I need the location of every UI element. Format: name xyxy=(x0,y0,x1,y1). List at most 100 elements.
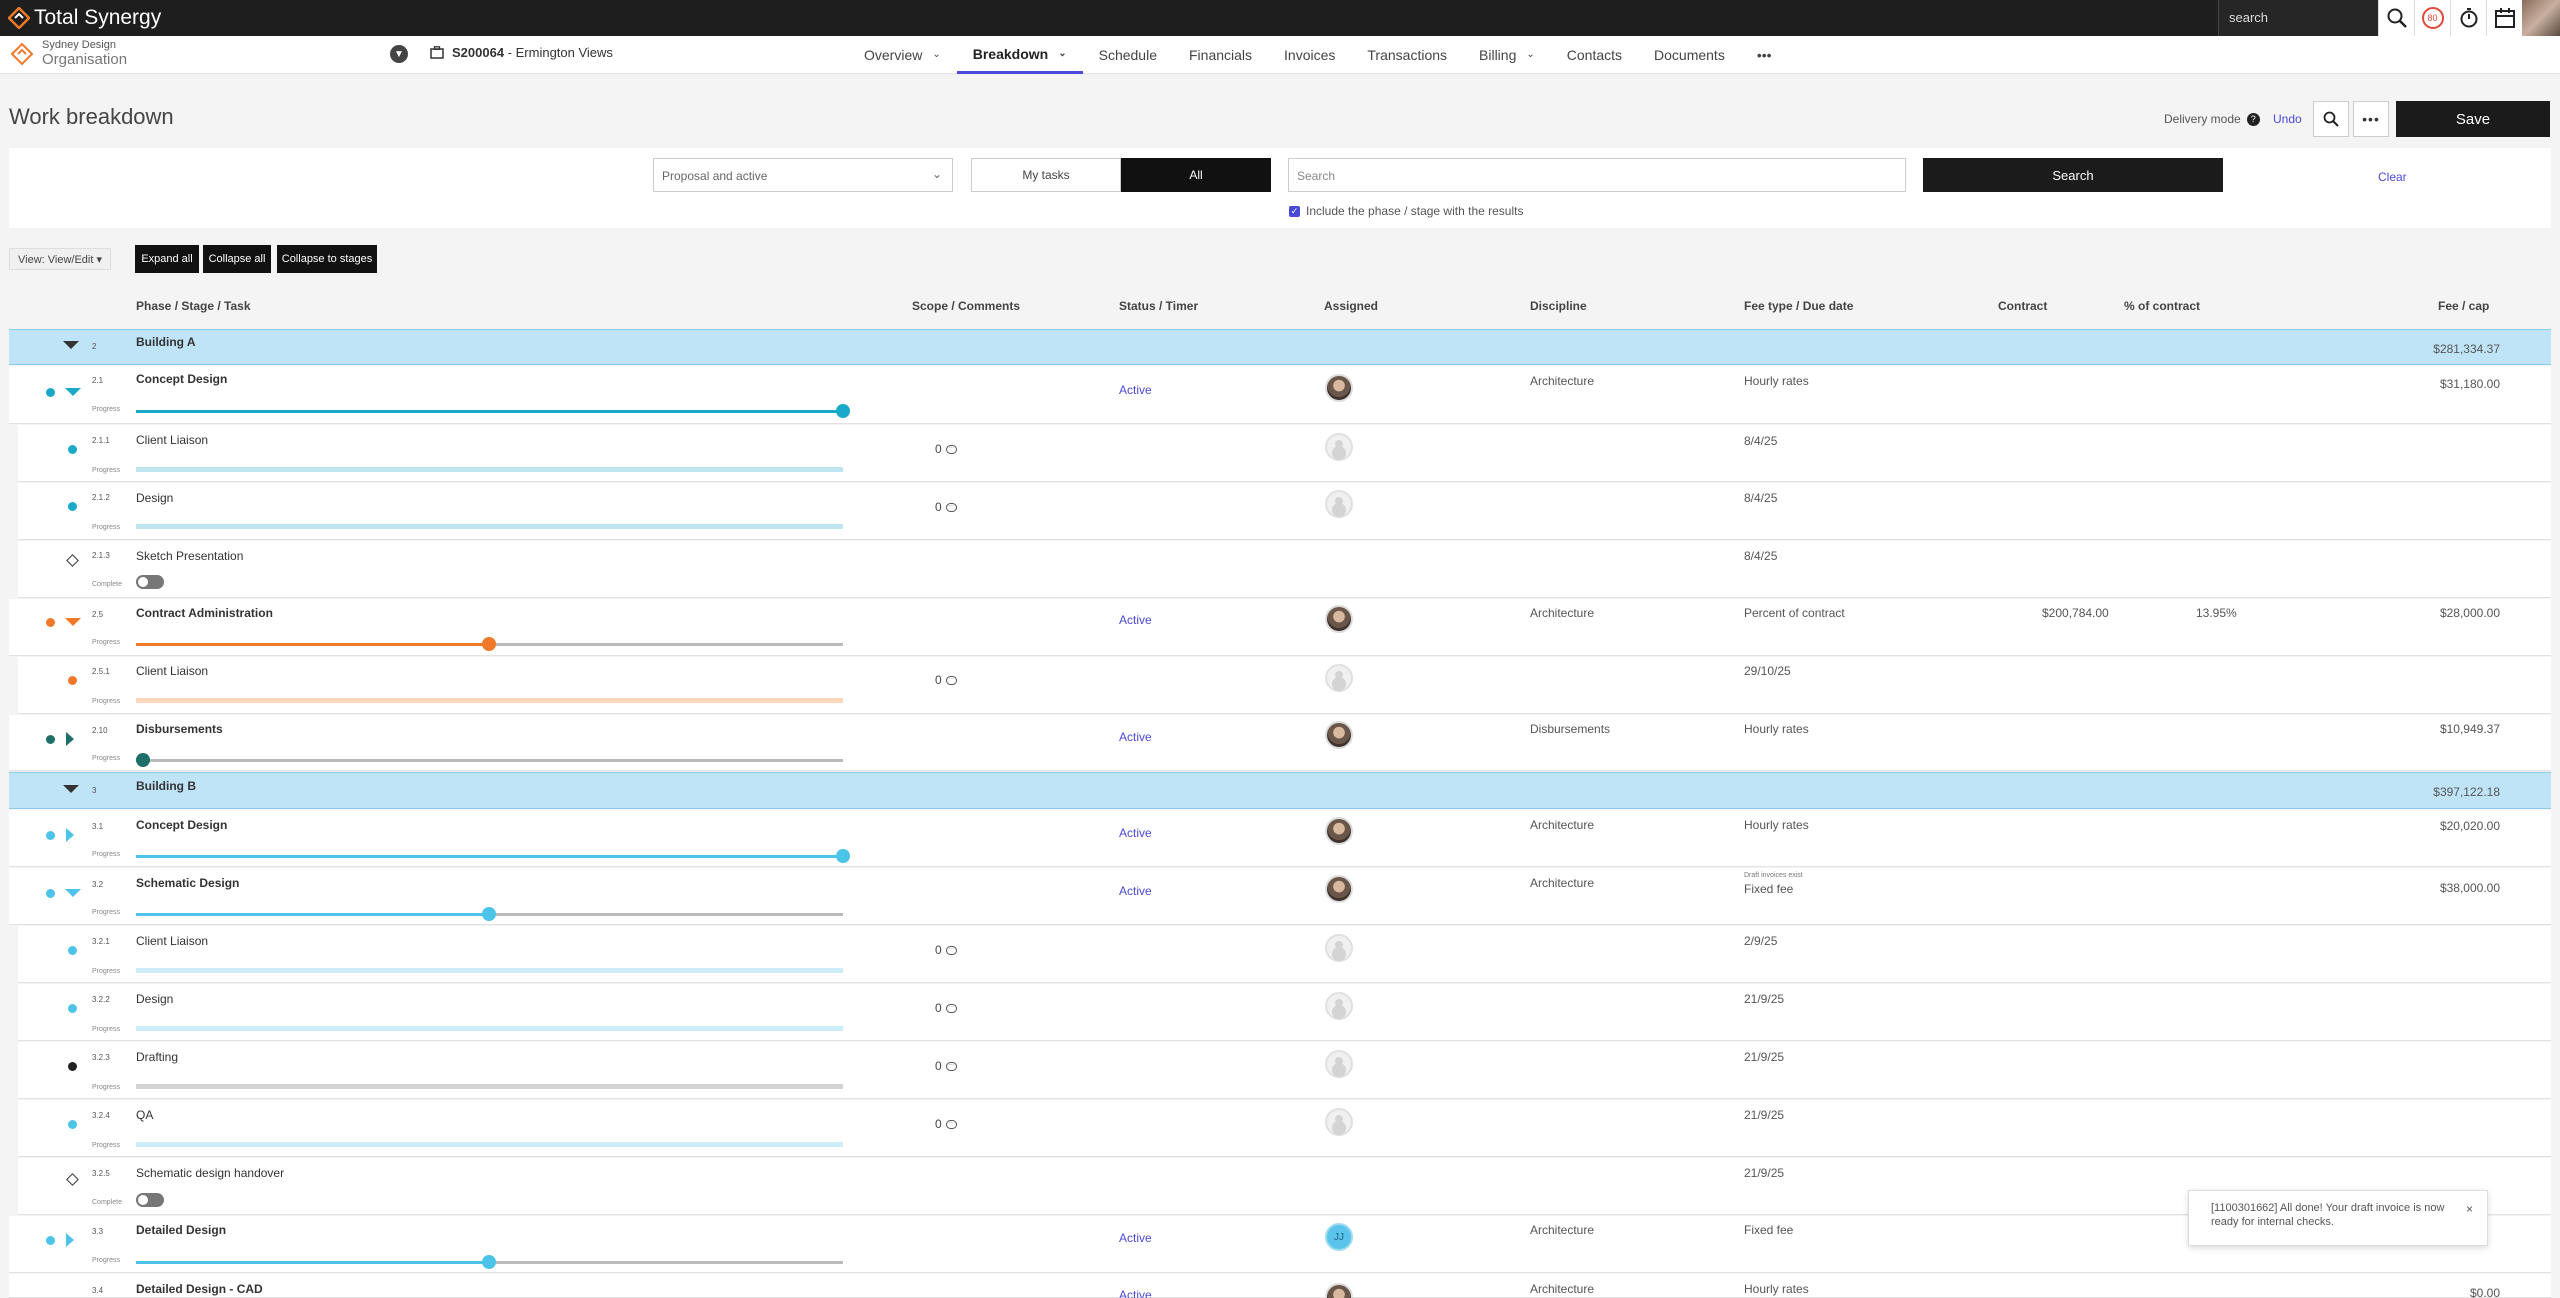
progress-bar[interactable] xyxy=(136,698,843,703)
table-row-task[interactable]: 3.2.4 QA Progress 0 ··· 21/9/25 xyxy=(18,1100,2551,1157)
table-row-milestone[interactable]: 2.1.3 Sketch Presentation Complete 8/4/2… xyxy=(18,541,2551,598)
unassigned-avatar[interactable] xyxy=(1325,1108,1353,1136)
table-row-task[interactable]: 3.2.2 Design Progress 0 ··· 21/9/25 xyxy=(18,984,2551,1041)
progress-bar[interactable] xyxy=(136,467,843,472)
row-name[interactable]: Contract Administration xyxy=(136,606,273,620)
save-button[interactable]: Save xyxy=(2396,101,2550,137)
timer-icon[interactable] xyxy=(2450,0,2486,36)
table-row-task[interactable]: 3.2.1 Client Liaison Progress 0 ··· 2/9/2… xyxy=(18,926,2551,983)
row-name[interactable]: Concept Design xyxy=(136,372,227,386)
row-name[interactable]: Concept Design xyxy=(136,818,227,832)
row-name[interactable]: Detailed Design - CAD xyxy=(136,1282,263,1296)
progress-slider[interactable] xyxy=(136,1255,843,1269)
row-name[interactable]: Schematic Design xyxy=(136,876,239,890)
comments-count[interactable]: 0 ··· xyxy=(935,442,957,456)
clear-link[interactable]: Clear xyxy=(2378,170,2407,184)
tab-billing[interactable]: Billing ⌄ xyxy=(1463,36,1551,74)
column-header-assigned[interactable]: Assigned xyxy=(1324,299,1378,313)
column-header-fee-type[interactable]: Fee type / Due date xyxy=(1744,299,1853,313)
project-selector[interactable]: S200064 - Ermington Views xyxy=(430,45,613,60)
row-name[interactable]: Design xyxy=(136,992,173,1006)
delivery-mode-toggle[interactable]: Delivery mode ? xyxy=(2164,112,2260,126)
view-mode-dropdown[interactable]: View: View/Edit ▾ xyxy=(9,248,111,270)
comments-count[interactable]: 0 ··· xyxy=(935,673,957,687)
expand-all-button[interactable]: Expand all xyxy=(135,245,199,273)
notification-badge-icon[interactable]: 80 xyxy=(2414,0,2450,36)
search-submit-button[interactable]: Search xyxy=(1923,158,2223,192)
table-row-building-a[interactable]: 2 Building A $281,334.37 xyxy=(9,329,2551,365)
status-link[interactable]: Active xyxy=(1119,613,1152,627)
collapse-triangle-icon[interactable] xyxy=(65,889,81,897)
table-row-stage[interactable]: 2.10 Disbursements Progress Active Disbu… xyxy=(9,715,2551,771)
table-row-stage[interactable]: 3.3 Detailed Design Progress Active JJ A… xyxy=(9,1216,2551,1273)
expand-triangle-icon[interactable] xyxy=(66,732,74,746)
row-name[interactable]: Building B xyxy=(136,779,196,793)
collapse-all-button[interactable]: Collapse all xyxy=(203,245,271,273)
row-name[interactable]: Sketch Presentation xyxy=(136,549,243,563)
tab-documents[interactable]: Documents xyxy=(1638,36,1741,74)
row-name[interactable]: Disbursements xyxy=(136,722,223,736)
progress-handle[interactable] xyxy=(836,849,850,863)
assignee-avatar[interactable] xyxy=(1325,817,1353,845)
column-header-status[interactable]: Status / Timer xyxy=(1119,299,1198,313)
search-icon[interactable] xyxy=(2378,0,2414,36)
progress-bar[interactable] xyxy=(136,1142,843,1147)
assignee-avatar[interactable] xyxy=(1325,374,1353,402)
unassigned-avatar[interactable] xyxy=(1325,490,1353,518)
table-row-task[interactable]: 3.2.3 Drafting Progress 0 ··· 21/9/25 xyxy=(18,1042,2551,1099)
close-icon[interactable]: × xyxy=(2466,1202,2473,1216)
table-row-task[interactable]: 2.5.1 Client Liaison Progress 0 ··· 29/10… xyxy=(18,657,2551,714)
table-row-stage[interactable]: 3.2 Schematic Design Progress Active Arc… xyxy=(9,868,2551,925)
global-search-input[interactable]: search xyxy=(2218,0,2378,36)
tab-transactions[interactable]: Transactions xyxy=(1351,36,1463,74)
assignee-avatar[interactable] xyxy=(1325,721,1353,749)
table-row-milestone[interactable]: 3.2.5 Schematic design handover Complete… xyxy=(18,1158,2551,1215)
progress-bar[interactable] xyxy=(136,524,843,529)
status-link[interactable]: Active xyxy=(1119,884,1152,898)
all-tasks-toggle[interactable]: All xyxy=(1121,158,1271,192)
include-phase-checkbox[interactable]: ✓ Include the phase / stage with the res… xyxy=(1289,204,1523,218)
unassigned-avatar[interactable] xyxy=(1325,433,1353,461)
progress-handle[interactable] xyxy=(482,1255,496,1269)
column-header-fee-cap[interactable]: Fee / cap xyxy=(2438,299,2489,313)
assignee-avatar[interactable] xyxy=(1325,605,1353,633)
comments-count[interactable]: 0 ··· xyxy=(935,1059,957,1073)
checkbox-checked-icon[interactable]: ✓ xyxy=(1289,205,1300,217)
table-row-building-b[interactable]: 3 Building B $397,122.18 xyxy=(9,772,2551,809)
status-link[interactable]: Active xyxy=(1119,383,1152,397)
row-name[interactable]: QA xyxy=(136,1108,153,1122)
progress-handle[interactable] xyxy=(836,404,850,418)
calendar-icon[interactable] xyxy=(2486,0,2522,36)
row-name[interactable]: Drafting xyxy=(136,1050,178,1064)
assignee-avatar[interactable]: JJ xyxy=(1325,1223,1353,1251)
row-name[interactable]: Schematic design handover xyxy=(136,1166,284,1180)
progress-slider[interactable] xyxy=(136,637,843,651)
progress-handle[interactable] xyxy=(482,907,496,921)
status-link[interactable]: Active xyxy=(1119,730,1152,744)
unassigned-avatar[interactable] xyxy=(1325,664,1353,692)
status-filter-select[interactable]: Proposal and active ⌄ xyxy=(653,158,953,192)
comments-count[interactable]: 0 ··· xyxy=(935,943,957,957)
table-row-task[interactable]: 2.1.1 Client Liaison Progress 0 ··· 8/4/2… xyxy=(18,425,2551,482)
column-header-pct-contract[interactable]: % of contract xyxy=(2124,299,2200,313)
tab-overview[interactable]: Overview ⌄ xyxy=(848,36,957,74)
progress-bar[interactable] xyxy=(136,1084,843,1089)
expand-triangle-icon[interactable] xyxy=(66,1233,74,1247)
progress-bar[interactable] xyxy=(136,1026,843,1031)
comments-count[interactable]: 0 ··· xyxy=(935,1001,957,1015)
collapse-triangle-icon[interactable] xyxy=(63,785,79,793)
assignee-avatar[interactable] xyxy=(1325,1283,1353,1298)
column-header-contract[interactable]: Contract xyxy=(1998,299,2047,313)
unassigned-avatar[interactable] xyxy=(1325,992,1353,1020)
progress-slider[interactable] xyxy=(136,753,843,767)
collapse-triangle-icon[interactable] xyxy=(63,341,79,349)
comments-count[interactable]: 0 ··· xyxy=(935,500,957,514)
collapse-triangle-icon[interactable] xyxy=(65,388,81,396)
column-header-discipline[interactable]: Discipline xyxy=(1530,299,1587,313)
status-link[interactable]: Active xyxy=(1119,826,1152,840)
table-row-stage[interactable]: 2.5 Contract Administration Progress Act… xyxy=(9,599,2551,656)
unassigned-avatar[interactable] xyxy=(1325,934,1353,962)
progress-slider[interactable] xyxy=(136,907,843,921)
column-header-scope[interactable]: Scope / Comments xyxy=(912,299,1020,313)
row-name[interactable]: Client Liaison xyxy=(136,664,208,678)
